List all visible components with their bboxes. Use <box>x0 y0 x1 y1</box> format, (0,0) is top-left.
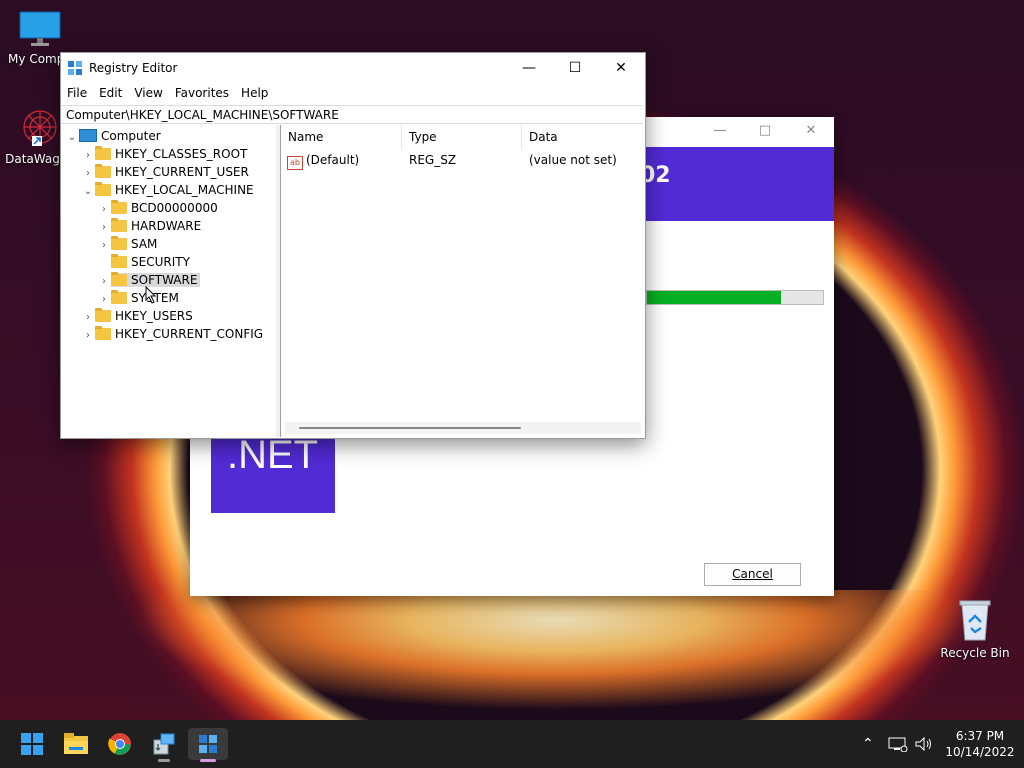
network-icon[interactable] <box>888 720 908 768</box>
tree-node-hkcr[interactable]: › HKEY_CLASSES_ROOT <box>81 145 247 163</box>
folder-icon <box>111 200 127 214</box>
tree-pane: ⌄ Computer › HKEY_CLASSES_ROOT › HKEY_CURRE… <box>61 125 277 437</box>
tree-node-label: Computer <box>101 129 161 143</box>
horizontal-scrollbar[interactable] <box>285 422 641 434</box>
folder-icon <box>95 308 111 322</box>
regedit-titlebar[interactable]: Registry Editor — ☐ ✕ <box>61 53 645 83</box>
tree-node-sam[interactable]: › SAM <box>97 235 157 253</box>
installer-icon <box>153 733 175 755</box>
clock[interactable]: 6:37 PM 10/14/2022 <box>944 728 1016 760</box>
folder-icon <box>111 254 127 268</box>
taskbar-chrome[interactable] <box>100 728 140 760</box>
tree-node-label: HKEY_CLASSES_ROOT <box>115 147 248 161</box>
folder-icon <box>95 146 111 160</box>
clock-date: 10/14/2022 <box>945 745 1015 759</box>
tree-node-security[interactable]: SECURITY <box>97 253 190 271</box>
string-value-icon: ab <box>287 156 303 170</box>
value-type: REG_SZ <box>409 153 457 167</box>
scrollbar-thumb[interactable] <box>299 427 521 429</box>
menu-edit[interactable]: Edit <box>93 83 128 103</box>
registry-editor-window: Registry Editor — ☐ ✕ File Edit View Favori… <box>60 52 646 439</box>
progress-fill <box>647 291 781 304</box>
registry-editor-icon <box>68 61 82 75</box>
value-row-name[interactable]: ab (Default) <box>287 151 360 170</box>
wallpaper-glow <box>110 590 1010 720</box>
tree-node-label: HARDWARE <box>131 219 202 233</box>
tree-node-label: BCD00000000 <box>131 201 218 215</box>
menu-favorites[interactable]: Favorites <box>169 83 235 103</box>
taskbar-installer[interactable] <box>144 728 184 762</box>
folder-icon <box>95 326 111 340</box>
tree-node-label: HKEY_USERS <box>115 309 193 323</box>
maximize-button[interactable]: □ <box>750 123 780 141</box>
chevron-right-icon[interactable]: › <box>81 327 95 345</box>
folder-icon <box>95 164 111 178</box>
registry-editor-icon <box>199 735 217 753</box>
tree-node-label: HKEY_CURRENT_USER <box>115 165 249 179</box>
recycle-bin-icon <box>957 598 993 642</box>
dotnet-logo: .NET <box>211 431 335 513</box>
start-icon <box>21 733 43 755</box>
column-header-name[interactable]: Name <box>281 125 402 149</box>
chrome-icon <box>108 733 131 755</box>
close-button[interactable]: ✕ <box>796 123 826 141</box>
folder-icon <box>111 236 127 250</box>
folder-icon <box>95 182 111 196</box>
taskbar-file-explorer[interactable] <box>56 728 96 760</box>
desktop-icon-label: Recycle Bin <box>940 646 1010 660</box>
value-data: (value not set) <box>529 153 617 167</box>
chevron-up-icon[interactable]: ⌃ <box>862 720 874 768</box>
tree-node-label-selected: SOFTWARE <box>131 273 198 287</box>
column-header-type[interactable]: Type <box>402 125 522 149</box>
menu-view[interactable]: View <box>128 83 168 103</box>
active-indicator <box>200 759 216 762</box>
minimize-button[interactable]: — <box>506 53 552 83</box>
start-button[interactable] <box>12 728 52 760</box>
folder-icon <box>111 272 127 286</box>
datawagon-icon <box>19 106 61 148</box>
tree-node-label: SAM <box>131 237 158 251</box>
tree-node-hku[interactable]: › HKEY_USERS <box>81 307 193 325</box>
tree-node-label: SECURITY <box>131 255 190 269</box>
address-bar[interactable]: Computer\HKEY_LOCAL_MACHINE\SOFTWARE <box>61 105 643 124</box>
monitor-icon <box>19 10 61 48</box>
volume-icon[interactable] <box>914 720 934 768</box>
chevron-down-icon[interactable]: ⌄ <box>65 129 79 147</box>
tree-node-hkcu[interactable]: › HKEY_CURRENT_USER <box>81 163 249 181</box>
file-explorer-icon <box>64 733 88 754</box>
tree-node-computer[interactable]: ⌄ Computer <box>65 127 161 145</box>
progress-bar <box>646 290 824 305</box>
tree-node-hklm[interactable]: ⌄ HKEY_LOCAL_MACHINE <box>81 181 254 199</box>
taskbar-registry-editor[interactable] <box>188 728 228 762</box>
value-name: (Default) <box>306 153 360 167</box>
folder-icon <box>111 218 127 232</box>
taskbar: ⌃ 6:37 PM 10/14/2022 <box>0 720 1024 768</box>
menu-bar: File Edit View Favorites Help <box>61 83 645 103</box>
folder-icon <box>111 290 127 304</box>
maximize-button[interactable]: ☐ <box>552 53 598 83</box>
minimize-button[interactable]: — <box>705 123 735 141</box>
computer-icon <box>79 129 97 142</box>
menu-help[interactable]: Help <box>235 83 274 103</box>
running-indicator <box>158 759 170 762</box>
window-title: Registry Editor <box>89 61 178 75</box>
tree-node-hkcc[interactable]: › HKEY_CURRENT_CONFIG <box>81 325 263 343</box>
menu-file[interactable]: File <box>61 83 93 103</box>
tree-node-label: HKEY_LOCAL_MACHINE <box>115 183 254 197</box>
tree-node-hardware[interactable]: › HARDWARE <box>97 217 201 235</box>
cancel-button[interactable]: Cancel <box>704 563 801 586</box>
desktop-icon-recycle-bin[interactable]: Recycle Bin <box>935 598 1015 660</box>
tree-node-bcd[interactable]: › BCD00000000 <box>97 199 218 217</box>
clock-time: 6:37 PM <box>955 729 1005 743</box>
column-header-data[interactable]: Data <box>522 125 643 149</box>
chevron-down-icon[interactable]: ⌄ <box>81 183 95 201</box>
mouse-cursor-icon <box>145 286 157 304</box>
values-pane: Name Type Data ab (Default) REG_SZ (value… <box>281 125 643 437</box>
tree-node-system[interactable]: › SYSTEM <box>97 289 179 307</box>
close-button[interactable]: ✕ <box>598 53 644 83</box>
tree-node-label: HKEY_CURRENT_CONFIG <box>115 327 264 341</box>
dotnet-logo-text: .NET <box>227 433 319 477</box>
